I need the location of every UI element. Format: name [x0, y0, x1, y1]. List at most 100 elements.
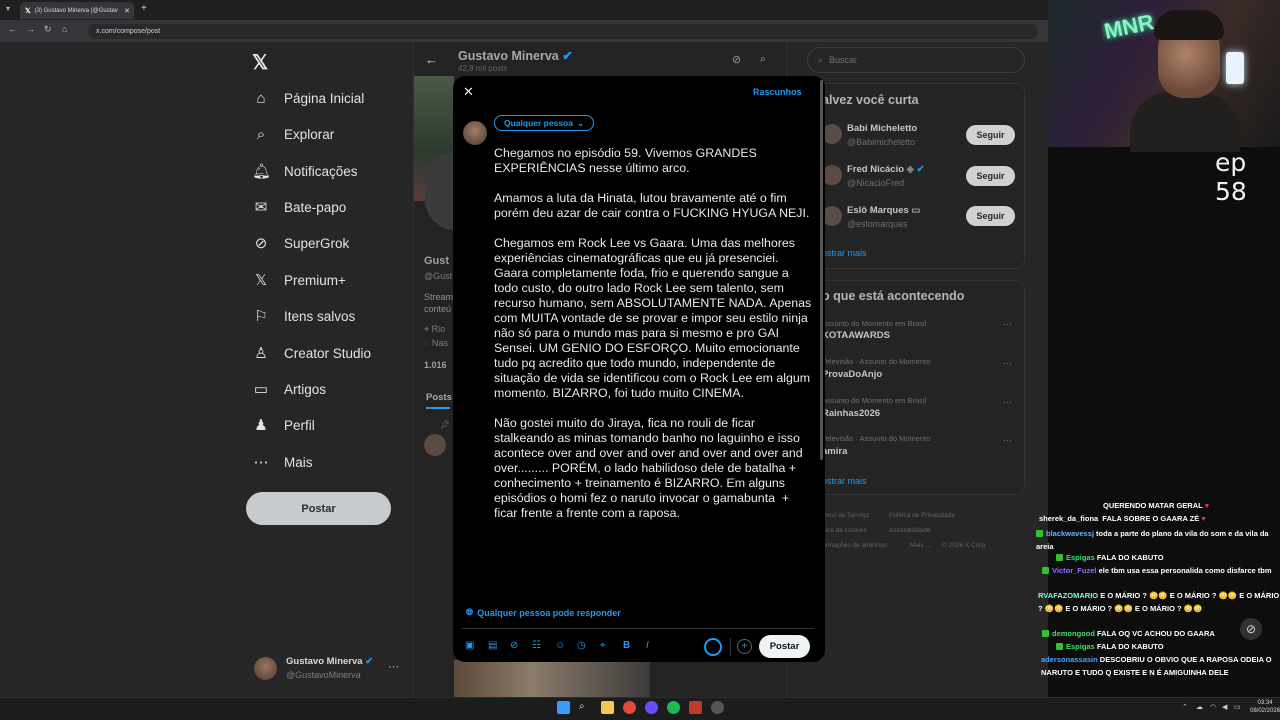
- add-post-icon[interactable]: +: [737, 639, 752, 654]
- badge-icon: [1042, 630, 1049, 637]
- sidebar-item-notifications[interactable]: 🔔︎ Notificações: [252, 157, 358, 185]
- post-avatar[interactable]: [424, 434, 446, 456]
- url-field[interactable]: x.com/compose/post: [88, 24, 1038, 39]
- trend-name[interactable]: ProvaDoAnjo: [822, 369, 882, 380]
- windows-start-icon[interactable]: [557, 701, 570, 714]
- new-tab-icon[interactable]: +: [141, 3, 147, 14]
- profile-header-name: Gustavo Minerva ✔: [458, 49, 573, 63]
- footer-link[interactable]: rmos de Serviço: [822, 512, 869, 519]
- sidebar-item-supergrok[interactable]: ⊘ SuperGrok: [252, 229, 350, 257]
- browser-tab[interactable]: 𝕏 (3) Gustavo Minerva (@Gustav ✕: [20, 2, 134, 19]
- trend-more-icon[interactable]: ⋯: [1003, 397, 1012, 408]
- close-tab-icon[interactable]: ✕: [124, 7, 130, 15]
- trend-more-icon[interactable]: ⋯: [1003, 358, 1012, 369]
- x-logo-icon[interactable]: 𝕏: [252, 50, 268, 75]
- sidebar-item-more[interactable]: ⋯ Mais: [252, 448, 313, 476]
- location-icon[interactable]: ⌖: [600, 640, 606, 651]
- chat-message: blackwavessj toda a parte do plano da vi…: [1036, 529, 1269, 551]
- account-name[interactable]: Gustavo Minerva ✔: [286, 656, 373, 667]
- sidebar-item-home[interactable]: ⌂ Página Inicial: [252, 84, 364, 112]
- reply-setting[interactable]: 🌐︎ Qualquer pessoa pode responder: [466, 607, 621, 618]
- sidebar-item-articles[interactable]: ▭ Artigos: [252, 375, 326, 403]
- chat-username: blackwavessj: [1046, 529, 1094, 538]
- chrome-icon[interactable]: [623, 701, 636, 714]
- obs-icon[interactable]: [711, 701, 724, 714]
- post-button[interactable]: Postar: [759, 635, 810, 658]
- compose-textarea[interactable]: Chegamos no episódio 59. Vivemos GRANDES…: [494, 146, 812, 536]
- grok-icon[interactable]: ⊘: [510, 640, 518, 651]
- tray-up-icon[interactable]: ⌃: [1182, 703, 1188, 711]
- sidebar-item-chat[interactable]: ✉ Bate-papo: [252, 193, 347, 221]
- volume-icon[interactable]: ◀: [1222, 703, 1227, 711]
- back-icon[interactable]: ←: [8, 24, 17, 34]
- network-icon[interactable]: ☁: [1196, 703, 1203, 711]
- grok-icon[interactable]: ⊘: [732, 53, 741, 66]
- spotify-icon[interactable]: [667, 701, 680, 714]
- forward-icon[interactable]: →: [26, 24, 35, 34]
- battery-icon[interactable]: ▭: [1234, 703, 1241, 711]
- articles-icon: ▭: [253, 381, 269, 398]
- sidebar-item-creator-studio[interactable]: ♙ Creator Studio: [252, 339, 371, 367]
- modal-scrollbar[interactable]: [820, 80, 823, 460]
- gif-icon[interactable]: ▤: [488, 640, 497, 651]
- avatar[interactable]: [822, 124, 842, 144]
- home-icon: ⌂: [256, 89, 266, 107]
- who-name[interactable]: Fred Nicácio ◈ ✔: [847, 164, 925, 175]
- follow-button[interactable]: Seguir: [966, 125, 1015, 145]
- sidebar-item-bookmarks[interactable]: ⚐ Itens salvos: [252, 302, 355, 330]
- emoji-icon[interactable]: ☺: [555, 640, 565, 651]
- sidebar-item-profile[interactable]: ♟ Perfil: [252, 411, 315, 439]
- media-icon[interactable]: ▣: [465, 640, 474, 651]
- footer-link[interactable]: Mais ...: [910, 542, 931, 549]
- badge-icon: [1036, 530, 1043, 537]
- home-browser-icon[interactable]: ⌂: [62, 24, 67, 34]
- sidebar-item-explore[interactable]: ⌕ Explorar: [252, 120, 334, 148]
- avatar[interactable]: [822, 165, 842, 185]
- trend-more-icon[interactable]: ⋯: [1003, 435, 1012, 446]
- sidebar-post-button[interactable]: Postar: [246, 492, 391, 525]
- footer-link[interactable]: ormações de anúncios: [822, 542, 887, 549]
- trends-title: o que está acontecendo: [822, 289, 965, 303]
- back-arrow-icon[interactable]: ←: [425, 52, 438, 67]
- reload-icon[interactable]: ↻: [44, 24, 52, 35]
- chat-message: Victor_Fuzel ele tbm usa essa personalid…: [1036, 565, 1280, 578]
- footer-link[interactable]: Acessibilidade: [889, 527, 931, 534]
- badge-icon: [1056, 554, 1063, 561]
- search-input[interactable]: ⌕ Buscar: [807, 47, 1025, 73]
- footer-link[interactable]: ítica de cookies: [822, 527, 867, 534]
- file-explorer-icon[interactable]: [601, 701, 614, 714]
- avatar[interactable]: [822, 206, 842, 226]
- search-icon[interactable]: ⌕: [760, 53, 766, 66]
- tab-posts[interactable]: Posts: [426, 392, 452, 403]
- audience-dropdown[interactable]: Qualquer pessoa ⌄: [494, 115, 595, 131]
- bold-icon[interactable]: B: [623, 640, 630, 651]
- drafts-button[interactable]: Rascunhos: [753, 87, 802, 97]
- profile-following-count[interactable]: 1.016: [424, 360, 447, 370]
- trend-name[interactable]: Rainhas2026: [822, 408, 880, 419]
- account-avatar[interactable]: [254, 657, 277, 680]
- show-more-link[interactable]: ostrar mais: [822, 476, 867, 486]
- trend-name[interactable]: KOTAAWARDS: [822, 330, 890, 341]
- taskbar-clock[interactable]: 03:34 08/02/2026: [1250, 699, 1280, 715]
- trend-more-icon[interactable]: ⋯: [1003, 319, 1012, 330]
- sidebar-item-premium[interactable]: 𝕏 Premium+: [252, 266, 346, 294]
- creator-icon: ♙: [254, 345, 268, 362]
- footer-link[interactable]: Política de Privacidade: [889, 512, 955, 519]
- search-icon[interactable]: ⌕: [579, 701, 592, 714]
- italic-icon[interactable]: I: [646, 640, 649, 651]
- who-name[interactable]: Eslô Marques ▭: [847, 205, 920, 216]
- schedule-icon[interactable]: ◷: [577, 640, 586, 651]
- follow-button[interactable]: Seguir: [966, 206, 1015, 226]
- poll-icon[interactable]: ☷: [532, 640, 541, 651]
- show-more-link[interactable]: ostrar mais: [822, 248, 867, 258]
- follow-button[interactable]: Seguir: [966, 166, 1015, 186]
- tab-menu-icon[interactable]: ▾: [6, 4, 10, 13]
- post-media-thumbnail[interactable]: [454, 660, 650, 697]
- who-name[interactable]: Babi Micheletto: [847, 123, 917, 134]
- discord-icon[interactable]: [645, 701, 658, 714]
- app-icon[interactable]: [689, 701, 702, 714]
- close-icon[interactable]: ✕: [463, 84, 474, 100]
- trend-name[interactable]: amira: [822, 446, 847, 457]
- wifi-icon[interactable]: ◠: [1210, 703, 1216, 711]
- account-more-icon[interactable]: ⋯: [388, 660, 399, 673]
